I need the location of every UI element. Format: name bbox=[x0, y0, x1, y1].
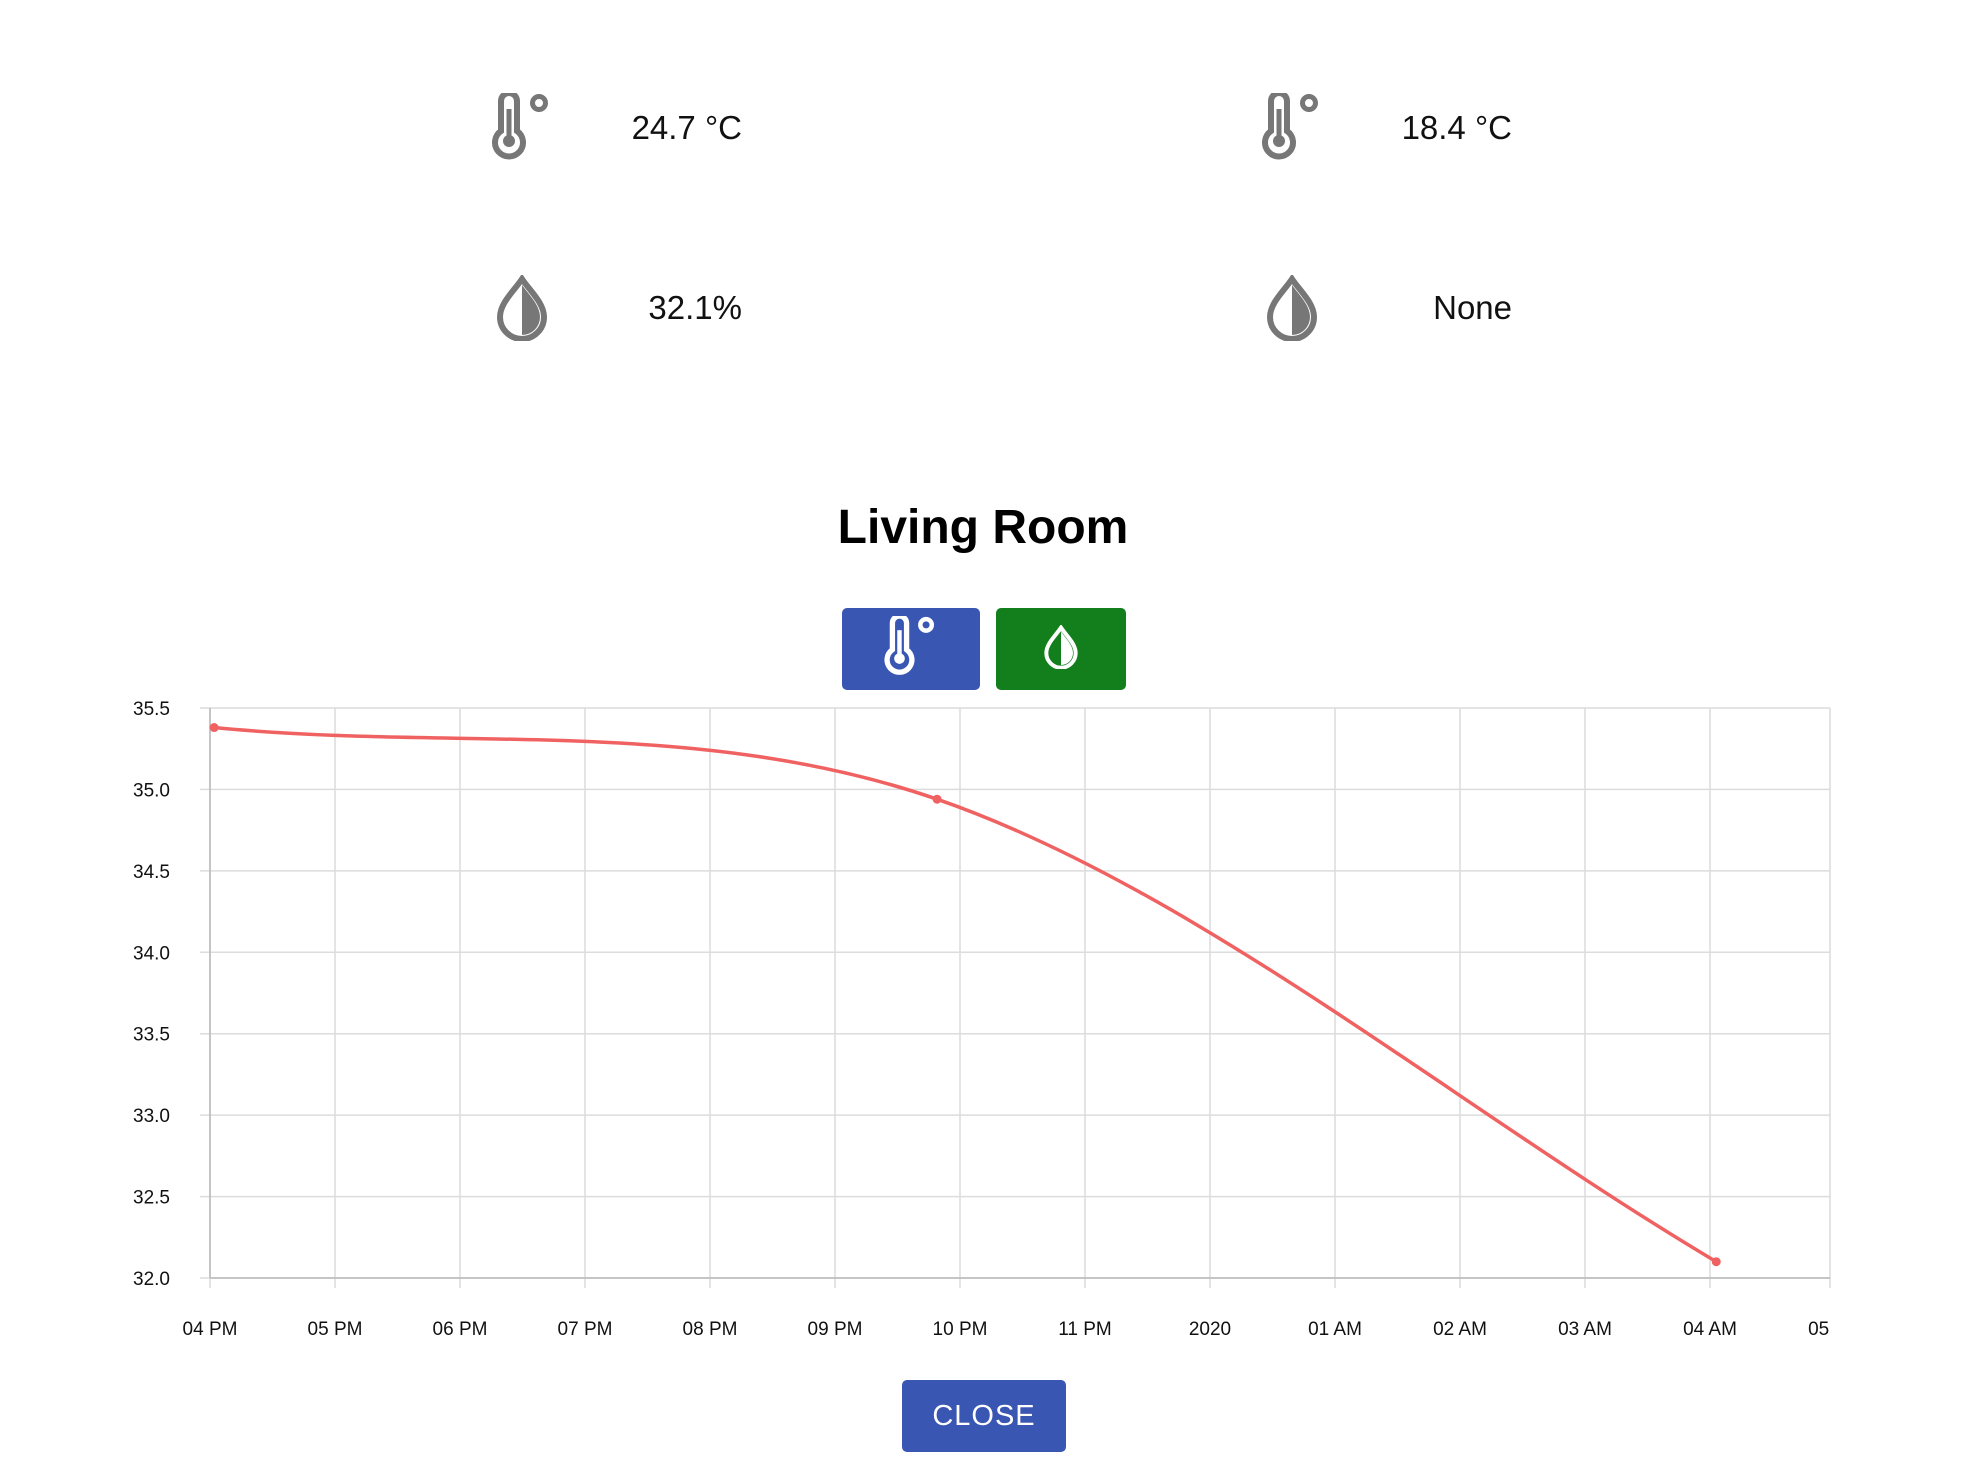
data-point bbox=[1711, 1257, 1721, 1267]
x-tick-label: 02 AM bbox=[1433, 1319, 1487, 1340]
x-tick-label: 01 AM bbox=[1308, 1319, 1362, 1340]
x-tick-label: 04 AM bbox=[1683, 1319, 1737, 1340]
y-tick-label: 32.5 bbox=[133, 1188, 170, 1209]
y-axis-labels: 35.5 35.0 34.5 34.0 33.5 33.0 32.5 32.0 bbox=[133, 699, 170, 1290]
close-button[interactable]: CLOSE bbox=[902, 1380, 1066, 1452]
y-tick-label: 33.5 bbox=[133, 1025, 170, 1046]
y-tick-label: 35.5 bbox=[133, 699, 170, 720]
x-tick-label: 2020 bbox=[1189, 1319, 1231, 1340]
y-tick-label: 32.0 bbox=[133, 1269, 170, 1290]
x-tick-label: 09 PM bbox=[808, 1319, 863, 1340]
chart-grid bbox=[200, 707, 1831, 1288]
x-tick-label: 03 AM bbox=[1558, 1319, 1612, 1340]
y-tick-label: 35.0 bbox=[133, 780, 170, 801]
x-axis-labels: 04 PM 05 PM 06 PM 07 PM 08 PM 09 PM 10 PM 11 PM… bbox=[183, 1319, 1862, 1340]
y-tick-label: 34.5 bbox=[133, 862, 170, 883]
x-tick-label: 05 AM bbox=[1808, 1319, 1862, 1340]
x-tick-label: 07 PM bbox=[558, 1319, 613, 1340]
x-tick-label: 11 PM bbox=[1058, 1319, 1112, 1340]
data-point bbox=[209, 723, 219, 733]
x-tick-label: 06 PM bbox=[433, 1319, 488, 1340]
data-point bbox=[932, 794, 942, 804]
series-line bbox=[213, 725, 1718, 1264]
x-tick-label: 10 PM bbox=[933, 1319, 988, 1340]
temperature-history-chart: 35.5 35.0 34.5 34.0 33.5 33.0 32.5 32.0 04 PM 05… bbox=[133, 699, 1862, 1340]
data-points bbox=[209, 723, 1721, 1267]
y-tick-label: 33.0 bbox=[133, 1106, 170, 1127]
x-tick-label: 05 PM bbox=[308, 1319, 363, 1340]
x-tick-label: 08 PM bbox=[683, 1319, 738, 1340]
y-tick-label: 34.0 bbox=[133, 943, 170, 964]
x-tick-label: 04 PM bbox=[183, 1319, 238, 1340]
